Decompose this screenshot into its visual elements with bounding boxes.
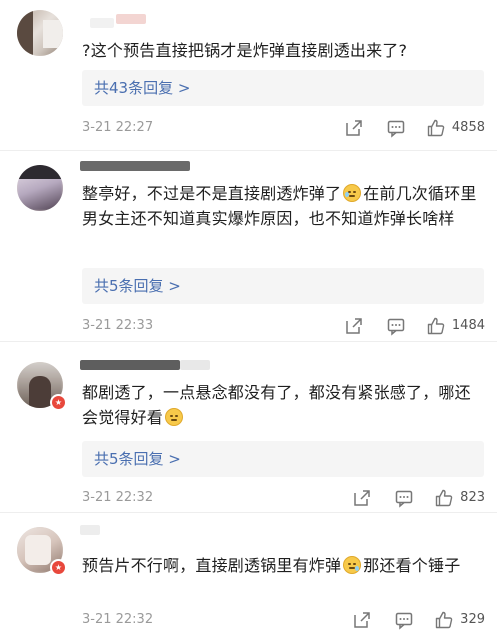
timestamp: 3-21 22:27: [82, 120, 154, 135]
comment-icon[interactable]: [386, 316, 406, 336]
comment-actions: 1484: [344, 315, 485, 337]
comment-meta: 3-21 22:27 4858: [82, 117, 485, 139]
comment-actions: 823: [352, 487, 485, 509]
thumbs-up-icon[interactable]: [426, 316, 446, 336]
share-icon[interactable]: [352, 488, 372, 508]
comment-text: 都剧透了，一点悬念都没有了，都没有紧张感了，哪还会觉得好看: [82, 383, 471, 427]
username[interactable]: [80, 161, 190, 171]
thumbs-up-icon[interactable]: [426, 118, 446, 138]
verified-badge: ★: [50, 394, 67, 411]
comment-meta: 3-21 22:32 823: [82, 487, 485, 509]
username[interactable]: [80, 360, 180, 370]
avatar[interactable]: [17, 165, 63, 211]
username[interactable]: [116, 14, 146, 24]
replies-link[interactable]: 共5条回复 >: [82, 441, 484, 477]
comment-text: 预告片不行啊，直接剧透锅里有炸弹 那还看个锤子: [82, 556, 461, 575]
comment-meta: 3-21 22:32 329: [82, 609, 485, 631]
comment-item: ★ 预告片不行啊，直接剧透锅里有炸弹 那还看个锤子 3-21 22:32 329: [0, 513, 497, 640]
share-icon[interactable]: [344, 118, 364, 138]
timestamp: 3-21 22:33: [82, 318, 154, 333]
like-count: 1484: [451, 318, 485, 333]
comment-item: ★ 都剧透了，一点悬念都没有了，都没有紧张感了，哪还会觉得好看 共5条回复 > …: [0, 342, 497, 512]
comment-icon[interactable]: [394, 488, 414, 508]
comment-actions: 329: [352, 609, 485, 631]
timestamp: 3-21 22:32: [82, 612, 154, 627]
username[interactable]: [80, 525, 100, 535]
replies-link[interactable]: 共43条回复 >: [82, 70, 484, 106]
timestamp: 3-21 22:32: [82, 490, 154, 505]
replies-link[interactable]: 共5条回复 >: [82, 268, 484, 304]
comment-text: 整亭好，不过是不是直接剧透炸弹了 在前几次循环里男女主还不知道真实爆炸原因，也不知…: [82, 184, 477, 228]
comment-meta: 3-21 22:33 1484: [82, 315, 485, 337]
tear-emoji-icon: [343, 556, 362, 574]
like-count: 329: [460, 612, 485, 627]
comment-item: 整亭好，不过是不是直接剧透炸弹了 在前几次循环里男女主还不知道真实爆炸原因，也不知…: [0, 151, 497, 341]
comment-icon[interactable]: [394, 610, 414, 630]
username-blur: [90, 18, 114, 28]
thumbs-up-icon[interactable]: [434, 488, 454, 508]
thumbs-up-icon[interactable]: [434, 610, 454, 630]
comment-icon[interactable]: [386, 118, 406, 138]
comment-item: ?这个预告直接把锅才是炸弹直接剧透出来了? 共43条回复 > 3-21 22:2…: [0, 0, 497, 150]
avatar[interactable]: [17, 10, 63, 56]
smirk-emoji-icon: [165, 408, 184, 426]
comment-actions: 4858: [344, 117, 485, 139]
laughing-emoji-icon: [343, 184, 362, 202]
like-count: 4858: [451, 120, 485, 135]
share-icon[interactable]: [352, 610, 372, 630]
comment-text: ?这个预告直接把锅才是炸弹直接剧透出来了?: [82, 41, 408, 60]
verified-badge: ★: [50, 559, 67, 576]
username-blur: [180, 360, 210, 370]
like-count: 823: [460, 490, 485, 505]
share-icon[interactable]: [344, 316, 364, 336]
